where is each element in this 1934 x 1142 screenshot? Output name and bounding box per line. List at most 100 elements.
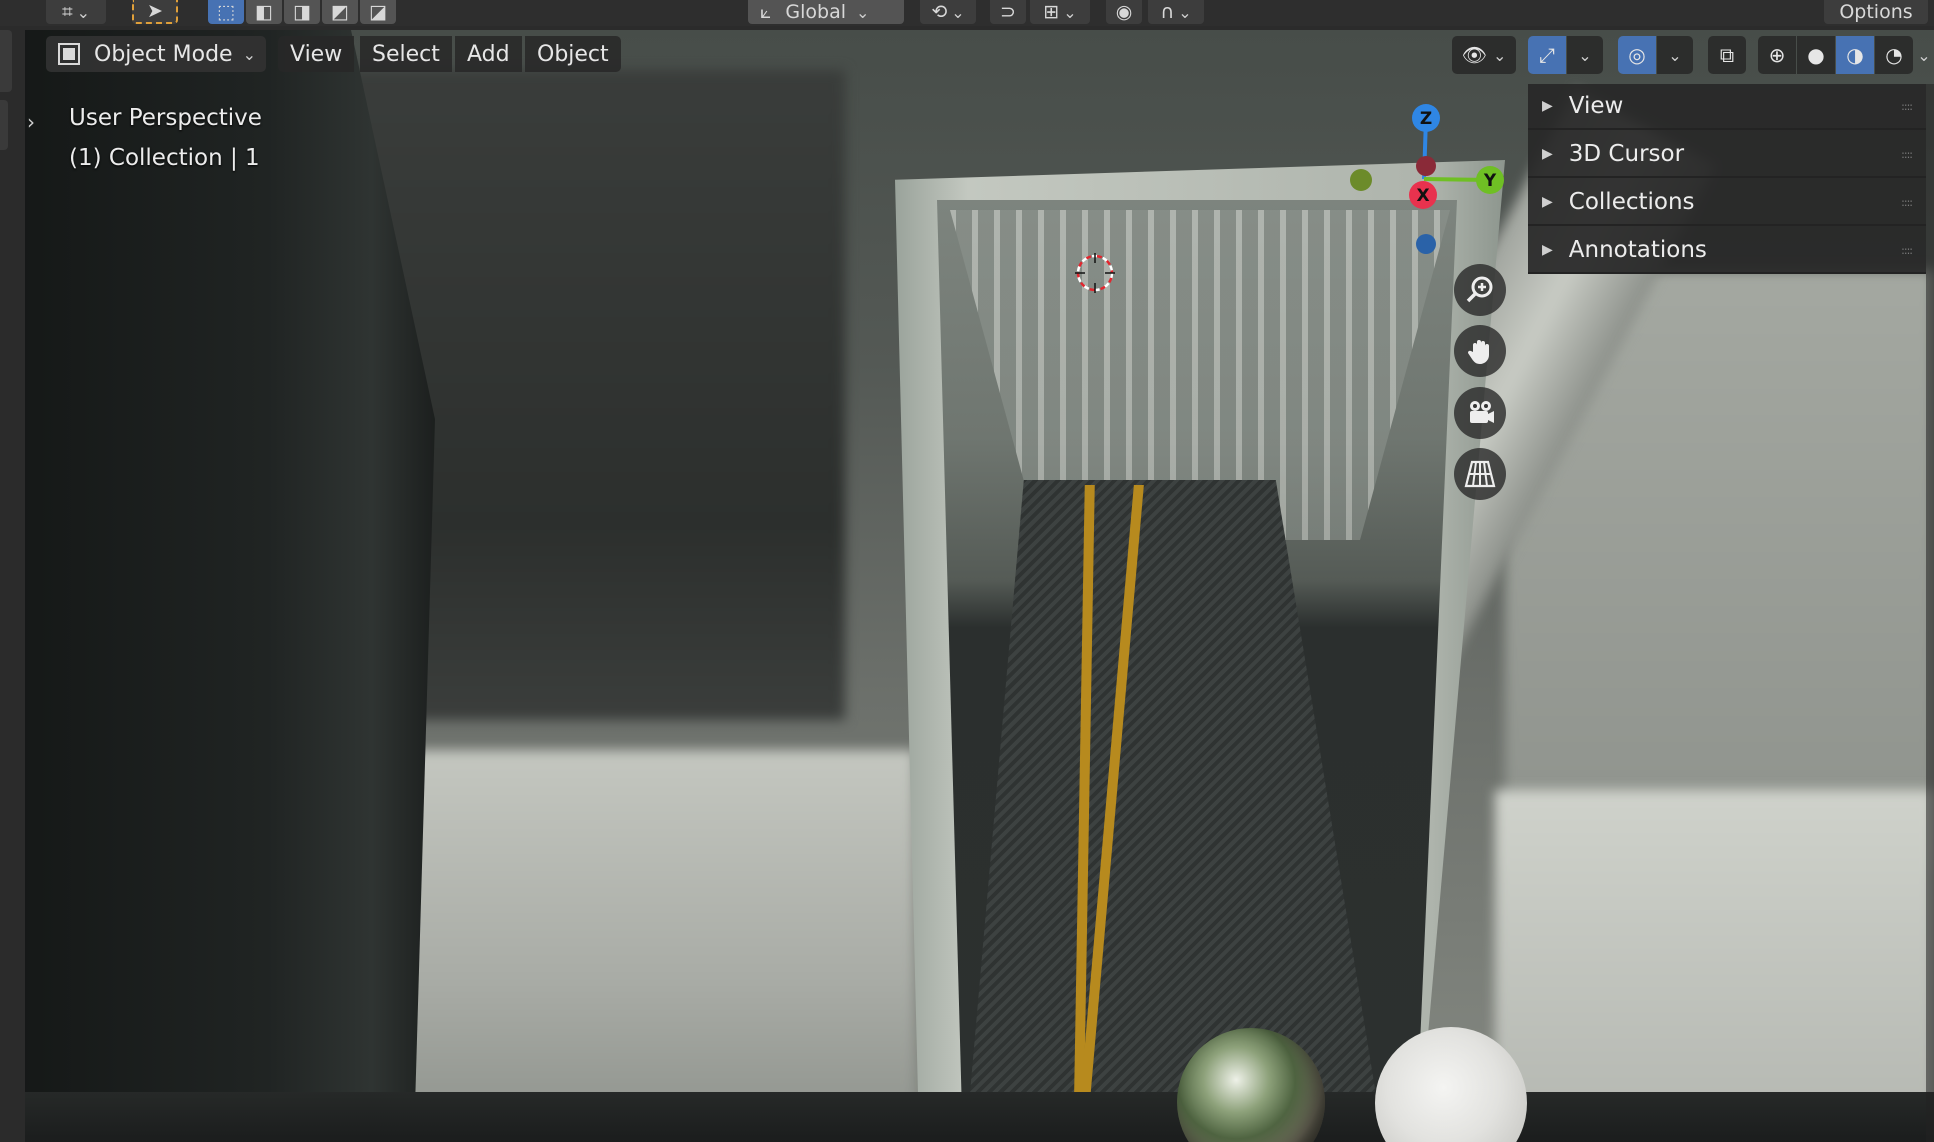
chevron-down-icon: ⌄	[76, 2, 91, 22]
hand-pan-icon	[1467, 340, 1489, 364]
select-subtract-icon: ◨	[293, 1, 311, 23]
grid-ortho-icon	[1464, 460, 1496, 488]
gizmo-x-label: X	[1416, 186, 1429, 206]
drag-grip-icon[interactable]: ::::	[1901, 100, 1913, 113]
zoom-button[interactable]	[1454, 264, 1506, 316]
select-tool-button[interactable]: ➤	[132, 0, 178, 24]
collection-info: (1) Collection | 1	[69, 145, 260, 171]
gizmo-z-label: Z	[1420, 109, 1432, 129]
magnet-icon: ⊃	[1000, 1, 1016, 23]
menu-select[interactable]: Select	[360, 36, 452, 72]
menu-object[interactable]: Object	[525, 36, 621, 72]
sidebar-resize-edge[interactable]	[1926, 84, 1934, 1142]
options-button[interactable]: Options	[1824, 0, 1928, 24]
camera-view-button[interactable]	[1454, 387, 1506, 439]
toolbar-collapsed-2[interactable]	[0, 100, 8, 150]
gizmo-z-negative[interactable]	[1416, 234, 1436, 254]
proportional-edit-icon: ◉	[1115, 1, 1133, 23]
snap-increment-icon: ⊞	[1043, 1, 1060, 23]
select-box-intersect-button[interactable]: ◪	[360, 0, 396, 24]
panel-label: Collections	[1568, 189, 1695, 215]
chevron-down-icon: ⌄	[1917, 45, 1931, 65]
overlays-icon: ◎	[1628, 43, 1646, 67]
material-sphere-icon: ◑	[1846, 43, 1864, 67]
triangle-right-icon: ▶	[1542, 146, 1553, 162]
shading-solid[interactable]: ●	[1797, 36, 1835, 74]
gizmo-x-axis[interactable]: X	[1409, 181, 1437, 209]
object-mode-icon	[58, 43, 80, 65]
gizmo-dropdown[interactable]: ⌄	[1567, 36, 1603, 74]
snap-toggle[interactable]: ⊃	[990, 0, 1026, 24]
wireframe-sphere-icon: ⊕	[1768, 43, 1786, 67]
chevron-down-icon: ⌄	[1668, 45, 1682, 65]
select-extend-icon: ◧	[255, 1, 273, 23]
transform-orientation-label: Global	[785, 1, 846, 23]
proportional-edit-toggle[interactable]: ◉	[1106, 0, 1142, 24]
snap-target-dropdown[interactable]: ⊞ ⌄	[1030, 0, 1090, 24]
panel-collections[interactable]: ▶ Collections ::::	[1528, 180, 1926, 226]
triangle-right-icon: ▶	[1542, 242, 1553, 258]
editor-type-button[interactable]: ⌗ ⌄	[46, 0, 106, 24]
drag-grip-icon[interactable]: ::::	[1901, 244, 1913, 257]
gizmo-y-negative[interactable]	[1350, 169, 1372, 191]
gizmo-z-axis[interactable]: Z	[1412, 104, 1440, 132]
view-name: User Perspective	[69, 105, 262, 131]
chevron-down-icon: ⌄	[951, 2, 965, 22]
overlays-toggle[interactable]: ◎	[1618, 36, 1656, 74]
zoom-icon	[1466, 276, 1493, 303]
select-box-new-button[interactable]: ⬚	[208, 0, 244, 24]
chevron-down-icon: ⌄	[242, 44, 256, 64]
gizmo-icon: ⤢	[1539, 43, 1555, 67]
interaction-mode-dropdown[interactable]: Object Mode ⌄	[46, 36, 266, 72]
panel-view[interactable]: ▶ View ::::	[1528, 84, 1926, 130]
select-box-invert-button[interactable]: ◩	[322, 0, 358, 24]
falloff-dropdown[interactable]: ∩ ⌄	[1148, 0, 1204, 24]
menu-add[interactable]: Add	[455, 36, 522, 72]
3d-cursor-icon[interactable]	[1075, 253, 1115, 293]
pivot-point-dropdown[interactable]: ⟲ ⌄	[920, 0, 976, 24]
ortho-toggle-button[interactable]	[1454, 448, 1506, 500]
toolbar-collapsed[interactable]	[0, 30, 12, 92]
panel-label: 3D Cursor	[1568, 141, 1685, 167]
eye-icon: 👁	[1461, 43, 1487, 67]
select-intersect-icon: ◪	[369, 1, 387, 23]
shading-material-preview[interactable]: ◑	[1836, 36, 1874, 74]
select-box-icon: ⬚	[217, 1, 235, 23]
sidebar-n-panel: ▶ View :::: ▶ 3D Cursor :::: ▶ Collectio…	[1528, 84, 1926, 274]
orientation-axes-icon: ⟀	[760, 1, 772, 23]
panel-annotations[interactable]: ▶ Annotations ::::	[1528, 228, 1926, 274]
select-box-extend-button[interactable]: ◧	[246, 0, 282, 24]
background-machine-left	[355, 750, 915, 1130]
gizmo-x-negative[interactable]	[1416, 156, 1436, 176]
xray-icon: ⧉	[1719, 43, 1735, 67]
visibility-dropdown[interactable]: 👁 ⌄	[1452, 36, 1516, 74]
navigation-gizmo[interactable]: Z Y X	[1340, 96, 1520, 266]
xray-toggle[interactable]: ⧉	[1708, 36, 1746, 74]
panel-label: View	[1568, 93, 1624, 119]
drag-grip-icon[interactable]: ::::	[1901, 196, 1913, 209]
panel-3d-cursor[interactable]: ▶ 3D Cursor ::::	[1528, 132, 1926, 178]
transform-orientation-dropdown[interactable]: ⟀ Global ⌄	[748, 0, 904, 24]
chevron-right-icon[interactable]: ›	[27, 110, 35, 134]
drag-grip-icon[interactable]: ::::	[1901, 148, 1913, 161]
menu-view[interactable]: View	[278, 36, 355, 72]
pan-button[interactable]	[1454, 325, 1506, 377]
shading-wireframe[interactable]: ⊕	[1758, 36, 1796, 74]
gizmo-y-axis[interactable]: Y	[1476, 166, 1504, 194]
dark-cabinet-foreground	[25, 30, 435, 1142]
triangle-right-icon: ▶	[1542, 98, 1553, 114]
background-machine-right	[1495, 790, 1934, 1142]
select-invert-icon: ◩	[331, 1, 349, 23]
shading-rendered[interactable]: ◔	[1875, 36, 1913, 74]
gizmo-y-label: Y	[1483, 171, 1497, 191]
tool-settings-bar: ⌗ ⌄ ➤ ⬚ ◧ ◨ ◩ ◪ ⟀ Global ⌄ ⟲ ⌄ ⊃ ⊞ ⌄ ◉ ∩ ⌄ O…	[0, 0, 1934, 26]
gizmo-toggle[interactable]: ⤢	[1528, 36, 1566, 74]
viewport-bottom-shadow	[25, 1092, 1934, 1142]
shading-dropdown[interactable]: ⌄	[1914, 36, 1934, 74]
panel-label: Annotations	[1568, 237, 1707, 263]
select-box-subtract-button[interactable]: ◨	[284, 0, 320, 24]
falloff-curve-icon: ∩	[1160, 1, 1175, 23]
overlays-dropdown[interactable]: ⌄	[1657, 36, 1693, 74]
pivot-icon: ⟲	[931, 1, 948, 23]
viewport-info-overlay: User Perspective (1) Collection | 1	[69, 98, 262, 178]
